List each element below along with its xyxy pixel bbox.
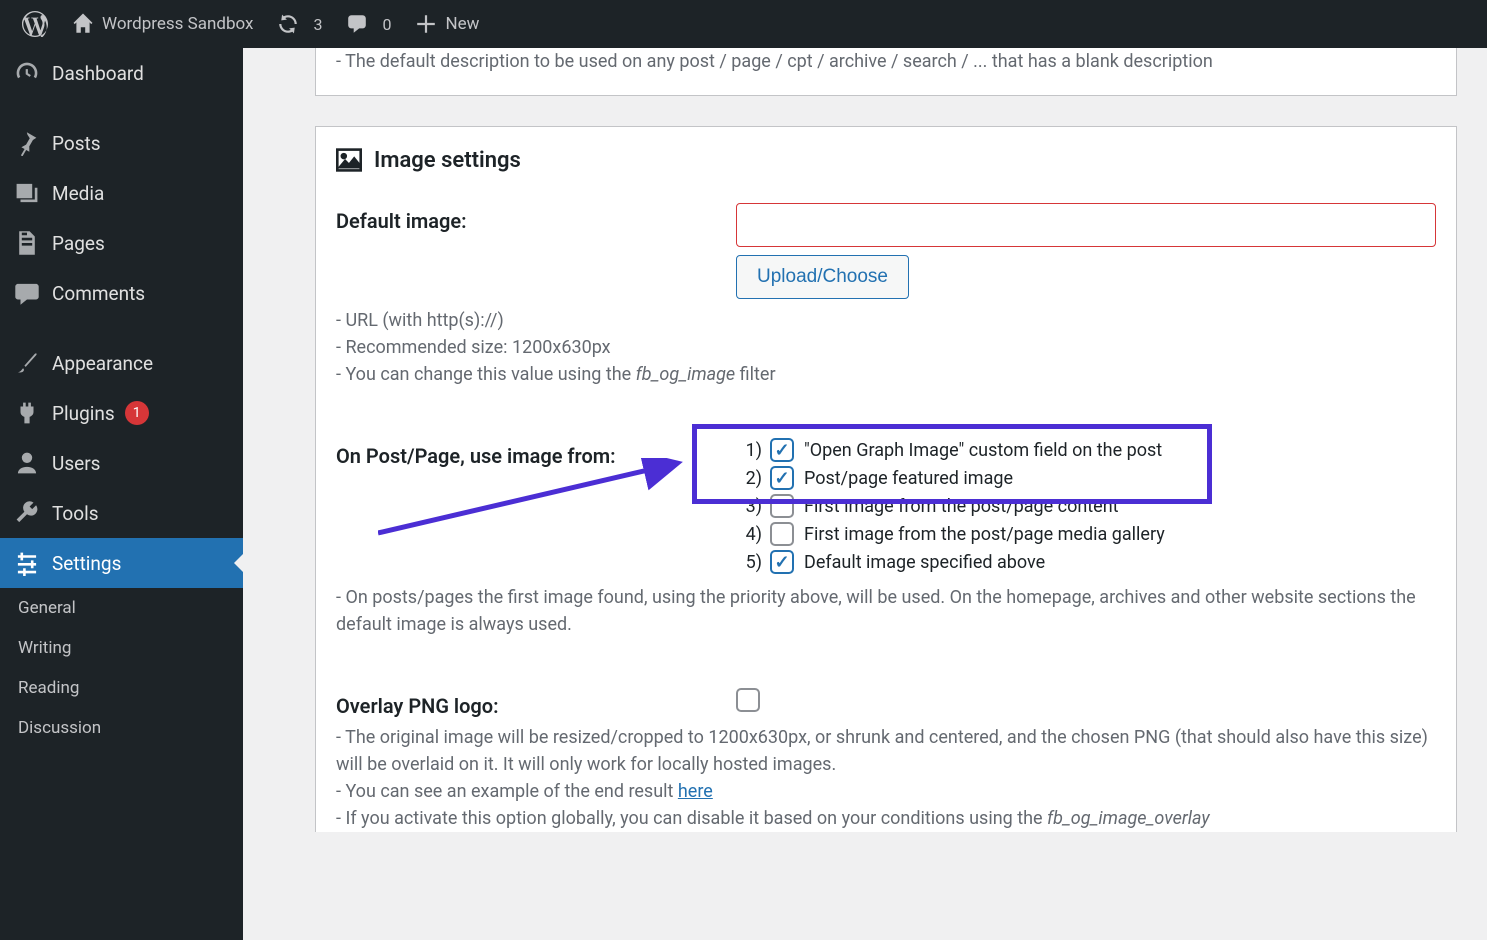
menu-label: Users xyxy=(52,452,100,475)
menu-label: Settings xyxy=(52,552,121,575)
menu-label: Tools xyxy=(52,502,99,525)
priority-label-text: First image from the post/page content xyxy=(804,496,1119,517)
priority-label-text: "Open Graph Image" custom field on the p… xyxy=(804,440,1162,461)
priority-row: 1) "Open Graph Image" custom field on the… xyxy=(736,438,1436,462)
sliders-icon xyxy=(14,550,42,576)
menu-tools[interactable]: Tools xyxy=(0,488,243,538)
menu-label: Plugins xyxy=(52,402,115,425)
menu-label: Comments xyxy=(52,282,145,305)
menu-settings[interactable]: Settings xyxy=(0,538,243,588)
new-link[interactable]: New xyxy=(403,0,491,48)
priority-row: 3) First image from the post/page content xyxy=(736,494,1436,518)
site-name-link[interactable]: Wordpress Sandbox xyxy=(60,0,265,48)
section-title: Image settings xyxy=(336,147,1436,173)
menu-plugins[interactable]: Plugins 1 xyxy=(0,388,243,438)
menu-comments[interactable]: Comments xyxy=(0,268,243,318)
image-settings-panel: Image settings Default image: Upload/Cho… xyxy=(315,126,1457,832)
pin-icon xyxy=(14,130,42,156)
image-icon xyxy=(336,147,362,173)
priority-label-text: First image from the post/page media gal… xyxy=(804,524,1165,545)
dashboard-icon xyxy=(14,60,42,86)
home-icon xyxy=(72,13,94,35)
wp-logo[interactable] xyxy=(10,0,60,48)
priority-num: 1) xyxy=(736,440,762,461)
menu-label: Appearance xyxy=(52,352,153,375)
menu-label: Posts xyxy=(52,132,101,155)
menu-label: Media xyxy=(52,182,104,205)
plug-icon xyxy=(14,400,42,426)
default-image-label: Default image: xyxy=(336,203,736,299)
priority-checkbox[interactable] xyxy=(770,522,794,546)
menu-label: Dashboard xyxy=(52,62,144,85)
menu-posts[interactable]: Posts xyxy=(0,118,243,168)
plus-icon xyxy=(415,13,437,35)
site-name: Wordpress Sandbox xyxy=(102,14,253,34)
note-url: - URL (with http(s)://) xyxy=(336,307,1436,334)
comment-icon xyxy=(346,13,368,35)
refresh-icon xyxy=(277,13,299,35)
priority-row: 2) Post/page featured image xyxy=(736,466,1436,490)
overlay-note3: - If you activate this option globally, … xyxy=(336,805,1436,832)
menu-users[interactable]: Users xyxy=(0,438,243,488)
priority-num: 4) xyxy=(736,524,762,545)
content: - The default description to be used on … xyxy=(243,48,1487,832)
priority-row: 4) First image from the post/page media g… xyxy=(736,522,1436,546)
priority-checkbox[interactable] xyxy=(770,438,794,462)
priority-checkbox[interactable] xyxy=(770,494,794,518)
overlay-label: Overlay PNG logo: xyxy=(336,688,736,718)
priority-num: 3) xyxy=(736,496,762,517)
media-icon xyxy=(14,180,42,206)
user-icon xyxy=(14,450,42,476)
menu-dashboard[interactable]: Dashboard xyxy=(0,48,243,98)
priority-label-text: Default image specified above xyxy=(804,552,1045,573)
admin-bar: Wordpress Sandbox 3 0 New xyxy=(0,0,1487,48)
menu-media[interactable]: Media xyxy=(0,168,243,218)
overlay-example-link[interactable]: here xyxy=(678,781,713,802)
menu-label: Pages xyxy=(52,232,105,255)
comments-link[interactable]: 0 xyxy=(334,0,403,48)
highlight-box xyxy=(692,424,1212,504)
menu-appearance[interactable]: Appearance xyxy=(0,338,243,388)
upload-button[interactable]: Upload/Choose xyxy=(736,255,909,299)
submenu-writing[interactable]: Writing xyxy=(0,628,243,668)
description-panel: - The default description to be used on … xyxy=(315,48,1457,96)
refresh-link[interactable]: 3 xyxy=(265,0,334,48)
priority-note: - On posts/pages the first image found, … xyxy=(336,584,1436,638)
plugins-badge: 1 xyxy=(125,401,149,425)
overlay-checkbox[interactable] xyxy=(736,688,760,712)
wrench-icon xyxy=(14,500,42,526)
default-description-note: - The default description to be used on … xyxy=(336,48,1436,75)
submenu-general[interactable]: General xyxy=(0,588,243,628)
priority-checkbox[interactable] xyxy=(770,550,794,574)
refresh-count: 3 xyxy=(313,15,322,34)
overlay-note1: - The original image will be resized/cro… xyxy=(336,724,1436,778)
submenu-reading[interactable]: Reading xyxy=(0,668,243,708)
pages-icon xyxy=(14,230,42,256)
overlay-note2: - You can see an example of the end resu… xyxy=(336,778,1436,805)
default-image-input[interactable] xyxy=(736,203,1436,247)
priority-label-text: Post/page featured image xyxy=(804,468,1013,489)
priority-label: On Post/Page, use image from: xyxy=(336,438,736,578)
priority-row: 5) Default image specified above xyxy=(736,550,1436,574)
menu-pages[interactable]: Pages xyxy=(0,218,243,268)
section-title-text: Image settings xyxy=(374,148,521,173)
comments-icon xyxy=(14,280,42,306)
priority-num: 2) xyxy=(736,468,762,489)
priority-checkbox[interactable] xyxy=(770,466,794,490)
new-label: New xyxy=(445,14,479,34)
note-size: - Recommended size: 1200x630px xyxy=(336,334,1436,361)
sidebar: Dashboard Posts Media Pages Comments App… xyxy=(0,48,243,940)
note-filter: - You can change this value using the fb… xyxy=(336,361,1436,388)
comment-count: 0 xyxy=(382,15,391,34)
priority-num: 5) xyxy=(736,552,762,573)
submenu-discussion[interactable]: Discussion xyxy=(0,708,243,748)
brush-icon xyxy=(14,350,42,376)
